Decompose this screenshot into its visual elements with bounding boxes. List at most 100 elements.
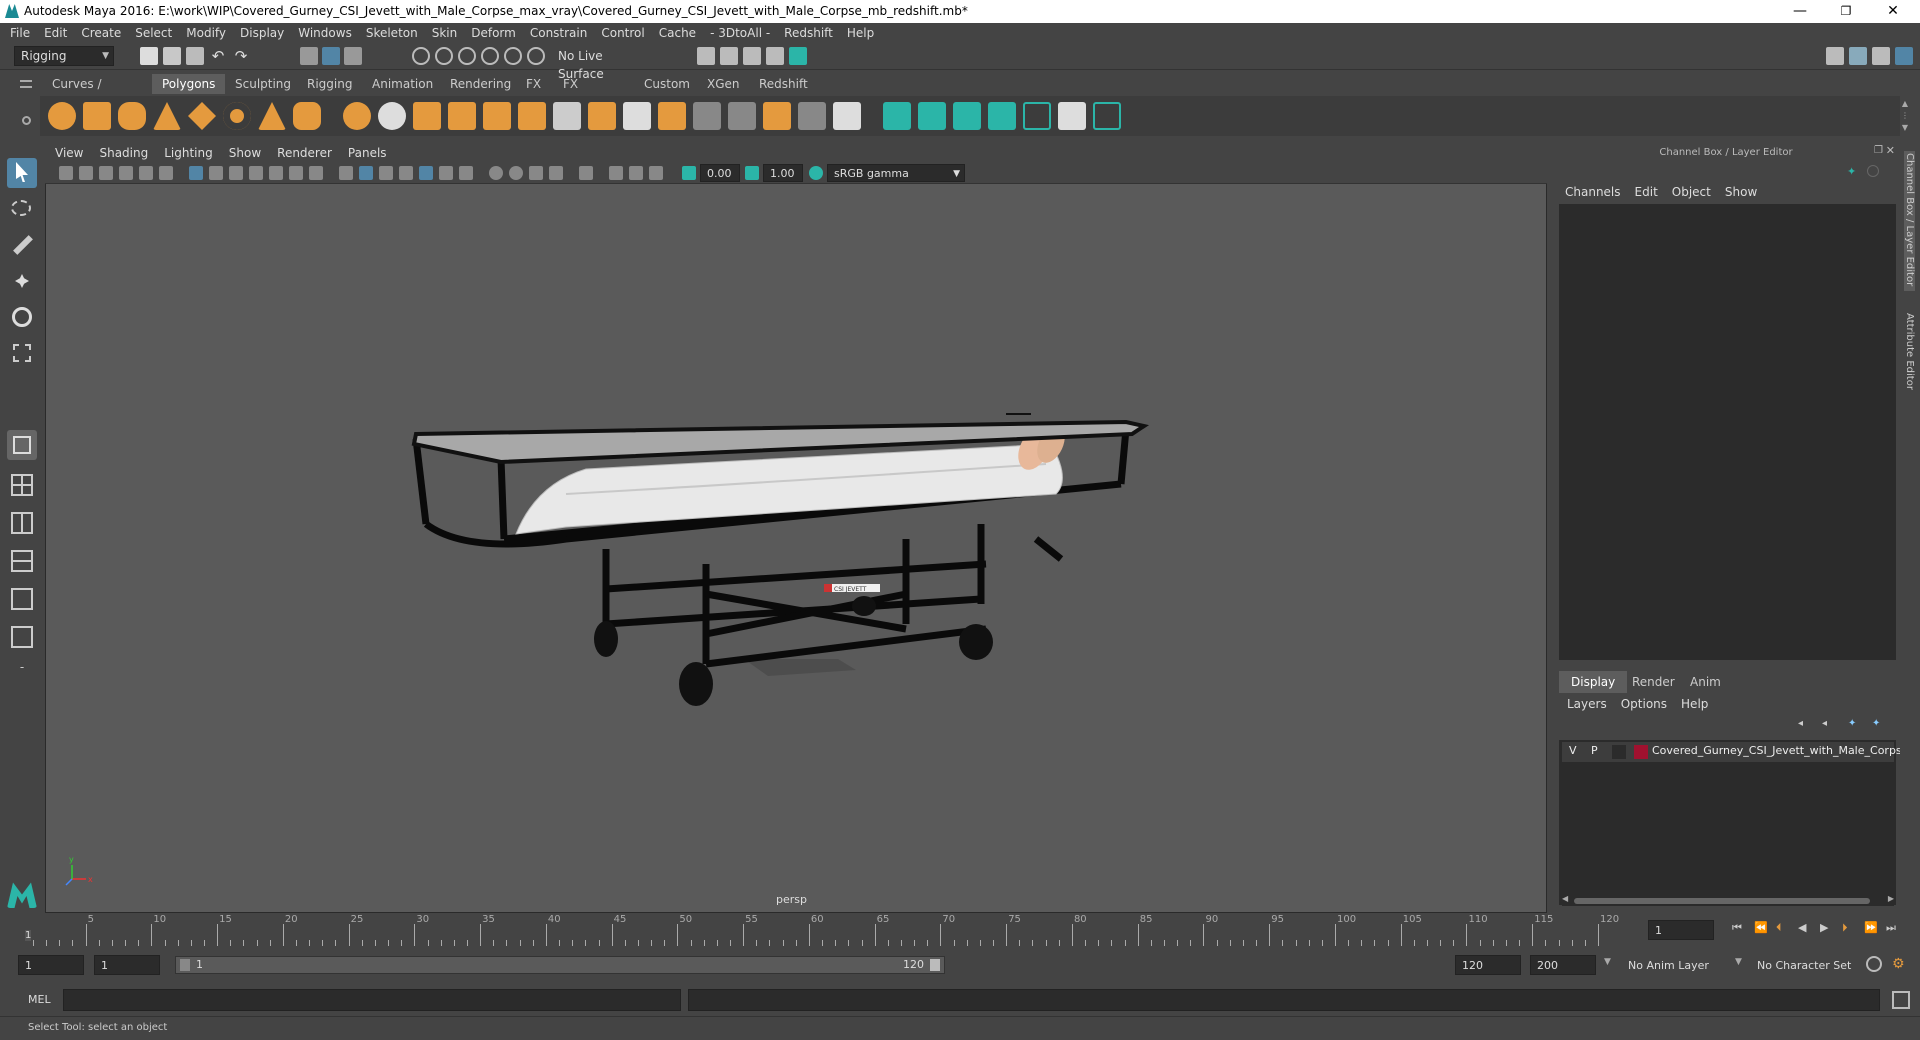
color-management-icon[interactable] [809, 166, 823, 180]
two-view-side-layout-icon[interactable] [7, 508, 37, 538]
step-forward-key-icon[interactable]: ⏵ [1842, 921, 1848, 935]
tab-polygons[interactable]: Polygons [152, 74, 226, 94]
redo-icon[interactable]: ↷ [232, 47, 250, 65]
2d-pan-zoom-icon[interactable] [139, 166, 153, 180]
shade-wireframe-icon[interactable] [399, 166, 413, 180]
scroll-right-icon[interactable]: ▶ [1888, 894, 1894, 903]
tab-rigging[interactable]: Rigging [297, 74, 362, 94]
menu-cache[interactable]: Cache [659, 26, 696, 40]
scrollbar-thumb[interactable] [1574, 898, 1870, 904]
screen-space-ao-icon[interactable] [489, 166, 503, 180]
exposure-field[interactable]: 0.00 [700, 164, 740, 182]
layer-row[interactable]: V P Covered_Gurney_CSI_Jevett_with_Male_… [1562, 742, 1908, 762]
smooth-icon[interactable] [413, 102, 441, 130]
new-scene-icon[interactable] [140, 47, 158, 65]
shadows-icon[interactable] [459, 166, 473, 180]
xray-active-icon[interactable] [629, 166, 643, 180]
menu-deform[interactable]: Deform [471, 26, 516, 40]
color-space-dropdown[interactable]: sRGB gamma ▼ [827, 164, 965, 182]
image-plane-icon[interactable] [119, 166, 133, 180]
panel-menu-lighting[interactable]: Lighting [164, 146, 213, 160]
cb-menu-channels[interactable]: Channels [1565, 185, 1621, 199]
go-to-start-icon[interactable]: ⏮ [1732, 921, 1742, 935]
current-time-marker[interactable]: 1 [25, 930, 32, 941]
uv-layout-icon[interactable] [1093, 102, 1121, 130]
persp-viewport[interactable]: CSI JEVETT x y [45, 143, 1547, 913]
le-menu-layers[interactable]: Layers [1567, 697, 1607, 711]
menu-create[interactable]: Create [81, 26, 121, 40]
xray-joints-icon[interactable] [649, 166, 663, 180]
restore-button[interactable]: ❐ [1823, 0, 1869, 23]
uv-spherical-icon[interactable] [953, 102, 981, 130]
step-forward-icon[interactable]: ⏩ [1864, 921, 1878, 934]
chevron-down-icon[interactable]: ▼ [1735, 957, 1742, 967]
tab-xgen[interactable]: XGen [697, 74, 750, 94]
xray-icon[interactable] [609, 166, 623, 180]
select-camera-icon[interactable] [59, 166, 73, 180]
menu-3dtoall[interactable]: - 3DtoAll - [710, 26, 770, 40]
le-menu-help[interactable]: Help [1681, 697, 1708, 711]
select-object-icon[interactable] [322, 47, 340, 65]
close-button[interactable]: ✕ [1870, 0, 1916, 23]
menu-constrain[interactable]: Constrain [530, 26, 588, 40]
poly-cylinder-icon[interactable] [118, 102, 146, 130]
safe-title-icon[interactable] [309, 166, 323, 180]
tab-render[interactable]: Render [1620, 671, 1687, 693]
panel-menu-view[interactable]: View [55, 146, 83, 160]
four-view-layout-icon[interactable] [7, 470, 37, 500]
merge-icon[interactable] [833, 102, 861, 130]
graph-persp-layout-icon[interactable] [7, 622, 37, 652]
cb-menu-show[interactable]: Show [1725, 185, 1757, 199]
scene-start-field[interactable]: 1 [18, 955, 84, 975]
wireframe-icon[interactable] [339, 166, 353, 180]
offset-edge-loop-icon[interactable] [728, 102, 756, 130]
poly-torus-icon[interactable] [223, 102, 251, 130]
paint-select-tool-icon[interactable] [7, 230, 37, 260]
default-material-icon[interactable] [379, 166, 393, 180]
tab-fx-caching[interactable]: FX Caching [553, 74, 622, 111]
menu-help[interactable]: Help [847, 26, 874, 40]
poly-pipe-icon[interactable] [293, 102, 321, 130]
live-surface-field[interactable]: No Live Surface [551, 46, 651, 81]
side-tab-channel-box[interactable]: Channel Box / Layer Editor [1904, 151, 1915, 291]
shelf-scroll-arrows[interactable]: ▲ ⋮ ▼ [1898, 98, 1912, 134]
range-start-handle[interactable] [180, 959, 190, 971]
tab-custom[interactable]: Custom [634, 74, 700, 94]
smooth-shade-icon[interactable] [359, 166, 373, 180]
tab-anim[interactable]: Anim [1678, 671, 1733, 693]
textured-icon[interactable] [419, 166, 433, 180]
multi-cut-icon[interactable] [553, 102, 581, 130]
safe-action-icon[interactable] [289, 166, 303, 180]
tab-rendering[interactable]: Rendering [440, 74, 521, 94]
scene-end-field[interactable]: 200 [1530, 955, 1596, 975]
snap-grid-icon[interactable] [412, 47, 430, 65]
layer-visibility-toggle[interactable]: V [1569, 744, 1577, 757]
minimize-button[interactable]: — [1777, 0, 1823, 23]
grease-pencil-icon[interactable] [159, 166, 173, 180]
poly-sphere-icon[interactable] [48, 102, 76, 130]
menu-select[interactable]: Select [135, 26, 172, 40]
render-settings-icon[interactable] [766, 47, 784, 65]
anim-layer-dropdown[interactable]: No Anim Layer [1621, 955, 1741, 975]
gate-mask-icon[interactable] [249, 166, 263, 180]
uv-automatic-icon[interactable] [988, 102, 1016, 130]
step-back-icon[interactable]: ⏪ [1754, 921, 1768, 934]
gamma-icon[interactable] [745, 166, 759, 180]
film-gate-icon[interactable] [209, 166, 223, 180]
render-view-icon[interactable] [697, 47, 715, 65]
use-all-lights-icon[interactable] [439, 166, 453, 180]
resolution-gate-icon[interactable] [229, 166, 243, 180]
menu-display[interactable]: Display [240, 26, 284, 40]
snap-view-plane-icon[interactable] [481, 47, 499, 65]
lasso-tool-icon[interactable] [7, 194, 37, 224]
workspace-icon[interactable] [1826, 47, 1844, 65]
poly-pyramid-icon[interactable] [258, 102, 286, 130]
grid-toggle-icon[interactable] [189, 166, 203, 180]
channel-box-key-icon[interactable]: ✦ [1847, 165, 1859, 178]
menu-skeleton[interactable]: Skeleton [366, 26, 418, 40]
poly-cube-icon[interactable] [83, 102, 111, 130]
le-menu-options[interactable]: Options [1621, 697, 1667, 711]
menu-control[interactable]: Control [601, 26, 644, 40]
single-view-layout-icon[interactable] [7, 430, 37, 460]
multisample-aa-icon[interactable] [529, 166, 543, 180]
